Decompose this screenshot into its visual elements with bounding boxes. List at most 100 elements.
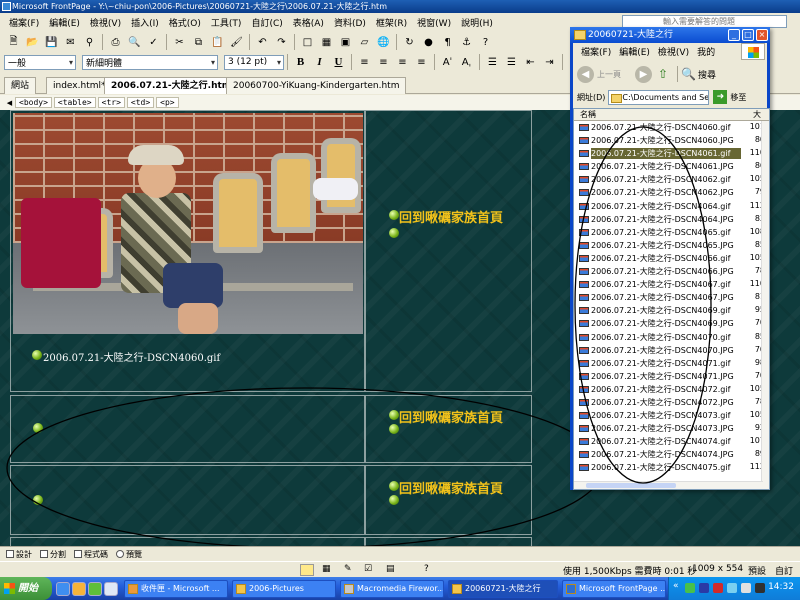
save-icon[interactable]: 💾 [43,34,60,51]
status-help-icon[interactable]: ? [424,564,429,574]
undo-icon[interactable]: ↶ [254,34,271,51]
stop-icon[interactable]: ● [420,34,437,51]
align-center-icon[interactable]: ≡ [375,54,392,71]
file-row[interactable]: 2006.07.21-大陸之行-DSCN4073.gif 105 [574,409,769,422]
file-row[interactable]: 2006.07.21-大陸之行-DSCN4060.JPG 80 [574,134,769,147]
forward-arrow-icon[interactable]: ▶ [635,65,652,83]
start-button[interactable]: 開始 [0,577,52,600]
cut-icon[interactable]: ✂ [171,34,188,51]
file-row[interactable]: 2006.07.21-大陸之行-DSCN4066.gif 105 [574,252,769,265]
refresh-icon[interactable]: ↻ [401,34,418,51]
home-link[interactable]: 回到啾礪家族首頁 [399,207,503,226]
view-tab-split[interactable]: 分割 [36,549,70,560]
open-folder-icon[interactable]: 📂 [24,34,41,51]
minimize-button[interactable]: _ [728,29,740,41]
file-row[interactable]: 2006.07.21-大陸之行-DSCN4075.gif 112 [574,461,769,474]
photo-image[interactable] [13,113,363,334]
file-row[interactable]: 2006.07.21-大陸之行-DSCN4067.gif 110 [574,278,769,291]
file-row[interactable]: 2006.07.21-大陸之行-DSCN4070.gif 85 [574,331,769,344]
copy-icon[interactable]: ⧉ [190,34,207,51]
paste-icon[interactable]: 📋 [209,34,226,51]
align-left-icon[interactable]: ≡ [356,54,373,71]
ie-icon[interactable] [56,582,70,596]
table-cell[interactable] [365,537,532,546]
bold-button[interactable]: B [292,54,309,71]
vertical-scrollbar[interactable] [761,121,769,489]
go-button[interactable]: 移至 [730,92,746,103]
tab-current-page[interactable]: 2006.07.21-大陸之行.htm* [104,77,243,94]
view-tab-design[interactable]: 設計 [2,549,36,560]
tray-volume-icon[interactable] [741,583,751,593]
tab-index-html[interactable]: index.html* [46,77,113,94]
file-row[interactable]: 2006.07.21-大陸之行-DSCN4072.JPG 78 [574,396,769,409]
tag-p[interactable]: <p> [156,97,179,108]
file-row[interactable]: 2006.07.21-大陸之行-DSCN4061.gif 110 [574,147,769,160]
outlook-icon[interactable] [72,582,86,596]
tag-table[interactable]: <table> [53,97,96,108]
taskbar-pictures-folder[interactable]: 2006-Pictures [232,580,336,598]
tray-ime-icon[interactable] [755,583,765,593]
file-row[interactable]: 2006.07.21-大陸之行-DSCN4062.gif 105 [574,173,769,186]
menu-view[interactable]: 檢視(V) [85,16,126,29]
go-arrow-icon[interactable]: ➜ [713,90,728,104]
taskbar-trip-folder[interactable]: 20060721-大陸之行 [448,580,558,598]
file-row[interactable]: 2006.07.21-大陸之行-DSCN4069.gif 95 [574,304,769,317]
tag-tr[interactable]: <tr> [97,97,125,108]
increase-indent-icon[interactable]: ⇥ [541,54,558,71]
file-row[interactable]: 2006.07.21-大陸之行-DSCN4072.gif 105 [574,383,769,396]
status-page-icon[interactable]: ▤ [386,564,395,574]
print-icon[interactable]: ⎙ [107,34,124,51]
increase-font-icon[interactable]: Aˈ [439,54,456,71]
view-tab-code[interactable]: 程式碼 [70,549,112,560]
decrease-font-icon[interactable]: Aˌ [458,54,475,71]
search-icon[interactable]: ⚲ [81,34,98,51]
column-size[interactable]: 大 [753,109,761,120]
tray-sync-icon[interactable] [727,583,737,593]
horizontal-scrollbar[interactable] [574,481,763,489]
table-cell[interactable] [10,465,365,535]
explorer-menu-edit[interactable]: 編輯(E) [615,45,654,58]
file-row[interactable]: 2006.07.21-大陸之行-DSCN4073.JPG 92 [574,422,769,435]
preview-icon[interactable]: 🔍 [126,34,143,51]
menu-insert[interactable]: 插入(I) [126,16,164,29]
column-name[interactable]: 名稱 [580,109,596,120]
menu-help[interactable]: 說明(H) [456,16,498,29]
explorer-menu-view[interactable]: 檢視(V) [654,45,693,58]
anchor-icon[interactable]: ⚓ [458,34,475,51]
taskbar-fireworks[interactable]: Macromedia Firewor... [340,580,444,598]
drawing-icon[interactable]: ▱ [356,34,373,51]
tray-expand-icon[interactable]: « [673,581,683,591]
taskbar-frontpage[interactable]: Microsoft FrontPage ... [562,580,666,598]
italic-button[interactable]: I [311,54,328,71]
tag-body[interactable]: <body> [15,97,52,108]
file-row[interactable]: 2006.07.21-大陸之行-DSCN4070.JPG 70 [574,344,769,357]
file-row[interactable]: 2006.07.21-大陸之行-DSCN4074.JPG 89 [574,448,769,461]
tab-website[interactable]: 網站 [4,77,37,94]
menu-file[interactable]: 檔案(F) [4,16,44,29]
spelling-icon[interactable]: ✓ [145,34,162,51]
taskbar-outlook[interactable]: 收件匣 - Microsoft ... [124,580,228,598]
tag-left-arrow-icon[interactable]: ◀ [5,94,14,111]
menu-tools[interactable]: 工具(T) [206,16,247,29]
page-dimensions[interactable]: 1009 x 554 [692,564,743,574]
file-row[interactable]: 2006.07.21-大陸之行-DSCN4064.JPG 83 [574,213,769,226]
back-arrow-icon[interactable]: ◀ [577,65,594,83]
file-row[interactable]: 2006.07.21-大陸之行-DSCN4060.gif 101 [574,121,769,134]
hyperlink-icon[interactable]: 🌐 [375,34,392,51]
close-button[interactable]: × [756,29,768,41]
menu-edit[interactable]: 編輯(E) [44,16,85,29]
custom-text[interactable]: 自訂 [775,564,793,577]
file-row[interactable]: 2006.07.21-大陸之行-DSCN4074.gif 107 [574,435,769,448]
underline-button[interactable]: U [330,54,347,71]
tray-network-icon[interactable] [685,583,695,593]
new-page-icon[interactable]: 🗎 [5,34,22,51]
table-cell[interactable] [365,110,532,392]
status-link-icon[interactable]: ✎ [344,564,352,574]
insert-picture-icon[interactable]: ▣ [337,34,354,51]
status-check-icon[interactable]: ☑ [364,564,372,574]
menu-data[interactable]: 資料(D) [329,16,371,29]
file-row[interactable]: 2006.07.21-大陸之行-DSCN4071.JPG 70 [574,370,769,383]
redo-icon[interactable]: ↷ [273,34,290,51]
back-label[interactable]: 上一頁 [597,69,621,80]
table-cell[interactable] [10,537,365,546]
